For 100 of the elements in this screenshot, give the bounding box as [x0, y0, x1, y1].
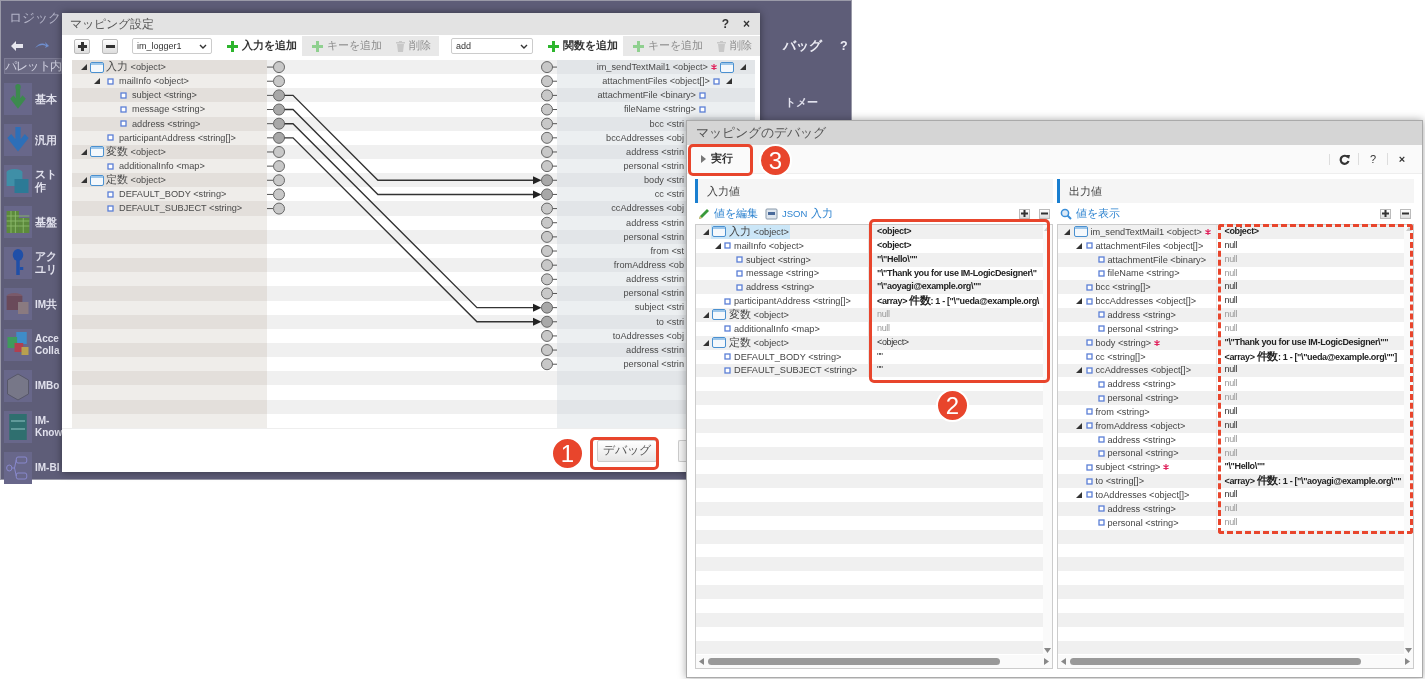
connection-port[interactable]	[541, 301, 557, 314]
tree-item[interactable]: to <string[]>	[1095, 476, 1145, 487]
connection-port[interactable]	[267, 188, 285, 201]
tree-item[interactable]: 定数 <object>	[729, 335, 789, 350]
tree-item[interactable]: additionalInfo <map>	[734, 323, 820, 334]
tree-item[interactable]: message <string>	[132, 104, 206, 115]
tree-item[interactable]: address <string>	[1107, 434, 1176, 445]
tree-item[interactable]: to <stri	[656, 316, 684, 327]
help-button[interactable]: ?	[721, 17, 729, 31]
tree-item[interactable]: 入力 <object>	[729, 224, 789, 239]
connection-port[interactable]	[541, 61, 557, 74]
tree-item[interactable]: personal <strin	[623, 288, 684, 299]
collapse-all-button[interactable]	[1038, 208, 1050, 219]
connection-port[interactable]	[541, 358, 557, 371]
tree-item[interactable]: from <string>	[1095, 406, 1150, 417]
tree-item[interactable]: participantAddress <string[]>	[119, 132, 236, 143]
tree-item[interactable]: cc <stri	[654, 189, 684, 200]
tree-item[interactable]: DEFAULT_SUBJECT <string>	[734, 365, 858, 376]
tree-item[interactable]: DEFAULT_BODY <string>	[734, 351, 842, 362]
tree-item[interactable]: mailInfo <object>	[734, 240, 804, 251]
tree-item[interactable]: address <string>	[1107, 379, 1176, 390]
tree-item[interactable]: 変数 <object>	[106, 144, 166, 159]
tree-item[interactable]: DEFAULT_SUBJECT <string>	[119, 203, 243, 214]
connection-port[interactable]	[267, 131, 285, 144]
connection-port[interactable]	[541, 287, 557, 300]
tree-item[interactable]: toAddresses <obj	[612, 330, 684, 341]
tree-item[interactable]: im_sendTextMail1 <object>	[596, 62, 708, 73]
connection-arrow[interactable]	[283, 108, 542, 199]
collapse-all-button[interactable]	[102, 38, 118, 54]
connection-port[interactable]	[541, 273, 557, 286]
expand-all-button[interactable]	[1380, 208, 1391, 219]
connection-port[interactable]	[541, 202, 557, 215]
close-button[interactable]: ×	[743, 17, 750, 31]
tree-item[interactable]: mailInfo <object>	[119, 76, 189, 87]
tree-item[interactable]: participantAddress <string[]>	[734, 296, 851, 307]
tree-item[interactable]: attachmentFiles <object[]>	[602, 76, 710, 87]
connection-arrow[interactable]	[283, 94, 542, 185]
tree-item[interactable]: DEFAULT_BODY <string>	[119, 189, 227, 200]
connection-port[interactable]	[541, 89, 557, 102]
tree-item[interactable]: address <strin	[626, 217, 684, 228]
tree-item[interactable]: bccAddresses <object[]>	[1095, 296, 1197, 307]
collapse-all-button[interactable]	[1400, 208, 1411, 219]
tree-item[interactable]: im_sendTextMail1 <object>	[1090, 226, 1202, 237]
connection-port[interactable]	[541, 230, 557, 243]
tree-item[interactable]: additionalInfo <map>	[119, 161, 205, 172]
connection-port[interactable]	[267, 202, 285, 215]
tree-item[interactable]: personal <string>	[1107, 517, 1179, 528]
scrollbar-thumb[interactable]	[1069, 658, 1361, 665]
tree-item[interactable]: address <string>	[132, 118, 201, 129]
tree-item[interactable]: address <strin	[626, 344, 684, 355]
tree-item[interactable]: personal <strin	[623, 359, 684, 369]
tree-item[interactable]: attachmentFiles <object[]>	[1095, 240, 1204, 251]
tree-item[interactable]: address <string>	[746, 282, 815, 293]
connection-port[interactable]	[541, 344, 557, 357]
connection-port[interactable]	[541, 75, 557, 88]
tree-item[interactable]: bcc <string[]>	[1095, 282, 1151, 293]
toolbar-label[interactable]: ?	[840, 39, 848, 53]
tree-item[interactable]: bcc <stri	[649, 118, 684, 129]
toolbar-label[interactable]: バッグ	[783, 37, 822, 55]
connection-port[interactable]	[541, 245, 557, 258]
connection-port[interactable]	[541, 131, 557, 144]
tree-item[interactable]: message <string>	[746, 268, 820, 279]
tree-item[interactable]: from <st	[650, 245, 684, 256]
connection-port[interactable]	[267, 103, 285, 116]
tree-item[interactable]: fileName <string>	[1107, 268, 1180, 279]
run-button[interactable]: 実行	[695, 148, 739, 170]
tree-item[interactable]: personal <string>	[1107, 448, 1179, 459]
help-button[interactable]: ?	[1358, 153, 1387, 165]
tree-item[interactable]: fromAddress <object>	[1095, 420, 1186, 431]
connection-port[interactable]	[267, 75, 285, 88]
tree-item[interactable]: address <string>	[1107, 310, 1176, 320]
scrollbar-thumb[interactable]	[708, 658, 1000, 665]
connection-port[interactable]	[541, 174, 557, 187]
tree-item[interactable]: subject <string>	[1095, 462, 1161, 473]
connection-port[interactable]	[541, 315, 557, 328]
connection-port[interactable]	[541, 103, 557, 116]
tree-item[interactable]: subject <stri	[634, 302, 684, 313]
connection-port[interactable]	[541, 117, 557, 130]
connection-port[interactable]	[541, 259, 557, 272]
expand-all-button[interactable]	[1018, 208, 1030, 219]
debug-button[interactable]: デバッグ	[597, 439, 657, 462]
tree-item[interactable]: ccAddresses <object[]>	[1095, 365, 1191, 376]
tree-item[interactable]: fileName <string>	[624, 104, 696, 115]
connection-port[interactable]	[267, 174, 285, 187]
close-button[interactable]: ×	[1387, 153, 1416, 165]
tree-item[interactable]: fromAddress <ob	[613, 260, 684, 271]
tree-item[interactable]: body <string>	[1095, 337, 1152, 348]
tree-item[interactable]: subject <string>	[746, 254, 811, 265]
connection-port[interactable]	[267, 146, 285, 158]
connection-port[interactable]	[541, 188, 557, 201]
tree-item[interactable]: personal <strin	[623, 161, 684, 172]
expand-all-button[interactable]	[74, 38, 90, 54]
tree-item[interactable]: bccAddresses <obj	[606, 132, 684, 143]
tree-item[interactable]: address <string>	[1107, 503, 1176, 514]
palette-search-field[interactable]: パレット内	[4, 58, 62, 74]
connection-port[interactable]	[267, 61, 285, 74]
tree-item[interactable]: subject <string>	[132, 90, 197, 101]
tree-item[interactable]: personal <string>	[1107, 393, 1179, 404]
tree-item[interactable]: ccAddresses <obj	[611, 203, 684, 214]
tree-item[interactable]: address <strin	[626, 146, 684, 157]
